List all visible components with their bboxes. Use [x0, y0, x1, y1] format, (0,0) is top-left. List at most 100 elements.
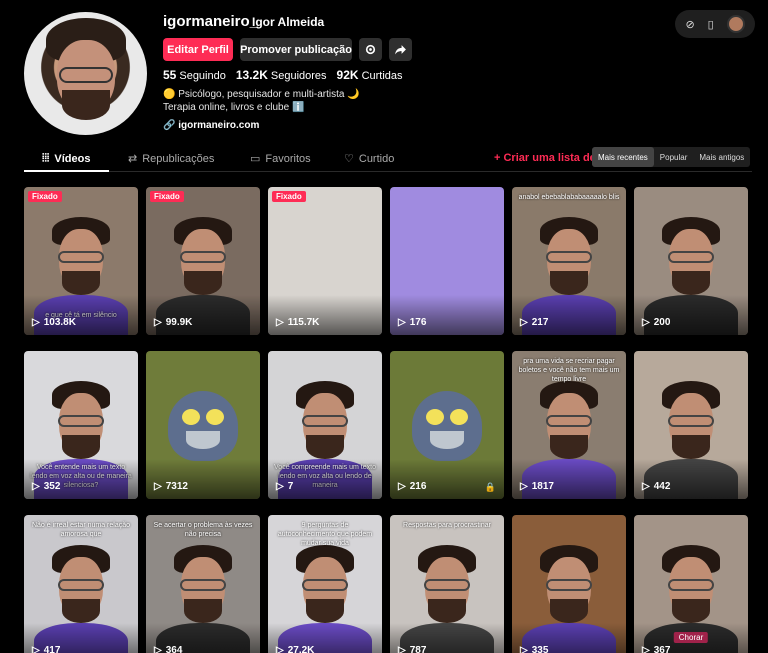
tab-favorites[interactable]: ▭ Favoritos [250, 152, 311, 166]
share-icon [395, 45, 406, 55]
video-card[interactable]: ▷ 200 [634, 187, 748, 335]
person-figure [174, 217, 232, 305]
play-icon: ▷ [154, 645, 162, 653]
thumbnail-shade [146, 295, 260, 335]
video-card[interactable]: e que cê tá em silêncioFixado▷103.8K [24, 187, 138, 335]
person-figure [540, 217, 598, 305]
profile-handle: igormaneiro_ [163, 13, 259, 30]
settings-button[interactable] [359, 38, 382, 61]
video-card[interactable]: Você entende mais um texto lendo em voz … [24, 351, 138, 499]
share-profile-button[interactable] [389, 38, 412, 61]
video-caption: Não é irreal estar numa relação amorosa … [31, 522, 131, 538]
phone-icon[interactable]: ▯ [708, 18, 714, 31]
active-tab-indicator [24, 170, 109, 172]
view-count: ▷ 115.7K [276, 317, 320, 328]
sort-latest[interactable]: Mais recentes [592, 147, 654, 167]
thumbnail-shade [512, 295, 626, 335]
view-count: ▷ 367 [642, 645, 670, 653]
tab-liked[interactable]: ♡ Curtido [344, 152, 394, 166]
person-figure [52, 545, 110, 633]
video-card[interactable]: Chorar ▷ 367 [634, 515, 748, 653]
cartoon-cat [412, 391, 482, 461]
view-count: ▷ 176 [398, 317, 427, 328]
view-count: ▷ 217 [520, 317, 549, 328]
sort-oldest[interactable]: Mais antigos [693, 147, 750, 167]
pinned-badge: Fixado [272, 191, 306, 202]
followers-stat[interactable]: 13.2K Seguidores [236, 68, 327, 82]
video-card[interactable]: Não é irreal estar numa relação amorosa … [24, 515, 138, 653]
video-card[interactable]: ▷ 335 [512, 515, 626, 653]
thumbnail-shade [512, 459, 626, 499]
view-count: ▷ 103.8K [32, 317, 76, 328]
view-count: ▷ 7 [276, 481, 294, 492]
top-right-toolbar: ⊘ ▯ [675, 10, 755, 38]
thumbnail-shade [390, 459, 504, 499]
play-icon: ▷ [154, 317, 162, 328]
following-stat[interactable]: 55 Seguindo [163, 68, 226, 82]
view-count: ▷ 352 [32, 481, 61, 492]
grid-icon: ⦙⦙⦙ [42, 152, 50, 164]
sort-popular[interactable]: Popular [654, 147, 694, 167]
tab-videos[interactable]: ⦙⦙⦙ Vídeos [42, 152, 90, 165]
play-icon: ▷ [520, 645, 528, 653]
video-card[interactable]: Fixado ▷ 99.9K [146, 187, 260, 335]
user-avatar[interactable] [726, 15, 745, 33]
cartoon-cat [168, 391, 238, 461]
video-card[interactable]: Fixado ▷ 115.7K [268, 187, 382, 335]
play-icon: ▷ [398, 645, 406, 653]
video-card[interactable]: ▷ 442 [634, 351, 748, 499]
person-figure [540, 381, 598, 469]
bookmark-icon: ▭ [250, 153, 261, 165]
video-card[interactable]: ▷ 216 🔒 [390, 351, 504, 499]
edit-profile-button[interactable]: Editar Perfil [163, 38, 233, 61]
video-card[interactable]: Você compreende mais um texto lendo em v… [268, 351, 382, 499]
promote-post-button[interactable]: Promover publicação [240, 38, 352, 61]
view-count: ▷ 364 [154, 645, 182, 653]
tab-reposts[interactable]: ⇄ Republicações [128, 152, 214, 166]
thumbnail-shade [268, 459, 382, 499]
gear-icon [365, 44, 376, 55]
play-icon: ▷ [276, 481, 284, 492]
person-figure [662, 217, 720, 305]
view-count: ▷ 787 [398, 645, 426, 653]
thumbnail-shade [268, 295, 382, 335]
play-icon: ▷ [642, 645, 650, 653]
play-icon: ▷ [520, 317, 528, 328]
play-icon: ▷ [642, 481, 650, 492]
play-icon: ▷ [32, 317, 40, 328]
pinned-badge: Fixado [150, 191, 184, 202]
video-caption: 9 perguntas de autoconhecimento que pode… [277, 522, 373, 547]
profile-avatar[interactable] [24, 12, 147, 135]
video-card[interactable]: Respostas para procrastinar ▷ 787 [390, 515, 504, 653]
profile-link[interactable]: 🔗 igormaneiro.com [163, 120, 259, 131]
repost-icon: ⇄ [128, 153, 138, 165]
person-figure [52, 381, 110, 469]
video-caption: Respostas para procrastinar [403, 522, 491, 529]
profile-stats: 55 Seguindo 13.2K Seguidores 92K Curtidas [163, 68, 403, 82]
play-icon: ▷ [398, 481, 406, 492]
video-card[interactable]: anabol ebebablababaaaaalo blis ▷ 217 [512, 187, 626, 335]
video-card[interactable]: ▷ 7312 [146, 351, 260, 499]
view-count: ▷ 216 [398, 481, 427, 492]
view-count: ▷ 27.2K [276, 645, 314, 653]
play-icon: ▷ [32, 645, 40, 653]
person-figure [540, 545, 598, 633]
video-card[interactable]: Se acertar o problema às vezes não preci… [146, 515, 260, 653]
view-count: ▷ 442 [642, 481, 671, 492]
play-icon: ▷ [154, 481, 162, 492]
person-figure [418, 545, 476, 633]
thumbnail-shade [146, 459, 260, 499]
compass-icon[interactable]: ⊘ [685, 18, 694, 31]
play-icon: ▷ [642, 317, 650, 328]
view-count: ▷ 99.9K [154, 317, 193, 328]
play-icon: ▷ [276, 317, 284, 328]
view-count: ▷ 335 [520, 645, 548, 653]
lock-icon: 🔒 [484, 482, 496, 492]
video-card[interactable]: 9 perguntas de autoconhecimento que pode… [268, 515, 382, 653]
view-count: ▷ 1817 [520, 481, 554, 492]
thumbnail-shade [634, 459, 748, 499]
video-card[interactable]: ▷ 176 [390, 187, 504, 335]
video-card[interactable]: pra uma vida se recriar pagar boletos e … [512, 351, 626, 499]
video-caption: anabol ebebablababaaaaalo blis [518, 194, 620, 201]
person-figure [662, 545, 720, 633]
